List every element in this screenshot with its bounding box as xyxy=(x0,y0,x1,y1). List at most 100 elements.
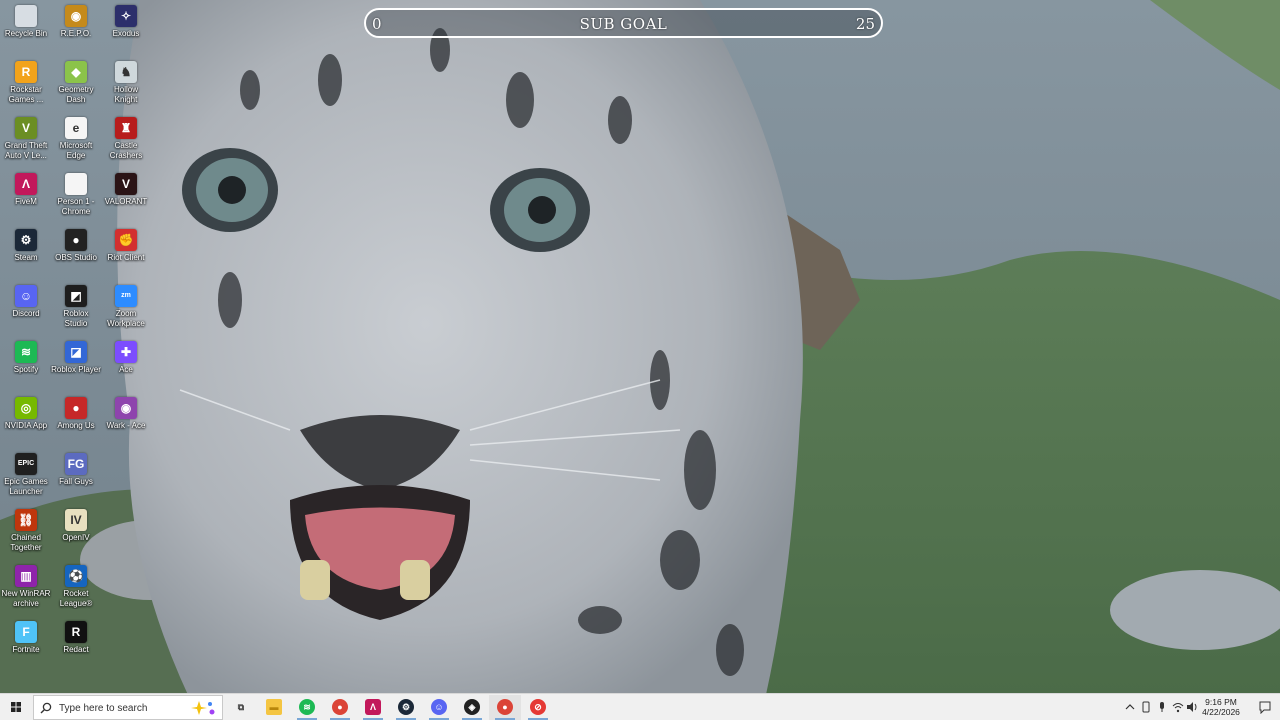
sub-goal-bar: 0 SUB GOAL 25 xyxy=(364,8,883,38)
desktop-icon[interactable]: ✚ Ace xyxy=(100,338,152,394)
desktop-icon[interactable]: Recycle Bin xyxy=(0,2,52,58)
roblox-studio-icon: ◩ xyxy=(65,285,87,307)
desktop-icon-label: OBS Studio xyxy=(55,253,97,262)
nvidia-icon: ◎ xyxy=(15,397,37,419)
taskbar: Type here to search ⧉ ▬ ≋ ● Λ ⚙ ☺ ◈ ● ⊘ 9:16 PM 4… xyxy=(0,693,1280,720)
fivem-icon: Λ xyxy=(15,173,37,195)
desktop-icon[interactable]: ♞ Hollow Knight xyxy=(100,58,152,114)
desktop-icon-label: Ace xyxy=(119,365,133,374)
desktop-icon[interactable]: EPIC Epic Games Launcher xyxy=(0,450,52,506)
desktop-icon[interactable]: ▥ New WinRAR archive xyxy=(0,562,52,618)
desktop-icon[interactable]: ◪ Roblox Player xyxy=(50,338,102,394)
taskbar-chrome-2-button[interactable]: ● xyxy=(489,695,521,720)
microphone-icon[interactable] xyxy=(1156,701,1168,713)
desktop-icon-label: Zoom Workplace xyxy=(107,309,145,328)
start-button[interactable] xyxy=(0,694,32,720)
taskbar-search-box[interactable]: Type here to search xyxy=(33,695,223,720)
desktop-icon-label: Geometry Dash xyxy=(58,85,94,104)
desktop-icon-label: Spotify xyxy=(13,365,39,374)
clock[interactable]: 9:16 PM 4/22/2026 xyxy=(1198,697,1244,717)
desktop-icon[interactable]: V Grand Theft Auto V Le... xyxy=(0,114,52,170)
taskbar-roblox-button[interactable]: ◈ xyxy=(456,695,488,720)
taskbar-tracker-button[interactable]: ⊘ xyxy=(522,695,554,720)
ace-icon: ✚ xyxy=(115,341,137,363)
sub-goal-title: SUB GOAL xyxy=(579,15,668,33)
desktop-icon[interactable]: FG Fall Guys xyxy=(50,450,102,506)
desktop-icon[interactable]: Λ FiveM xyxy=(0,170,52,226)
volume-icon[interactable] xyxy=(1186,701,1198,713)
taskbar-chrome-button[interactable]: ● xyxy=(324,695,356,720)
steam-icon: ⚙ xyxy=(15,229,37,251)
discord-icon: ☺ xyxy=(431,699,447,715)
riot-client-icon: ✊ xyxy=(115,229,137,251)
desktop-icon-label: Recycle Bin xyxy=(4,29,48,38)
obs-icon: ● xyxy=(65,229,87,251)
desktop-icon[interactable]: ● OBS Studio xyxy=(50,226,102,282)
desktop-icon-label: Grand Theft Auto V Le... xyxy=(4,141,48,160)
clock-date: 4/22/2026 xyxy=(1202,707,1240,717)
desktop-icon[interactable]: ☺ Discord xyxy=(0,282,52,338)
system-tray: 9:16 PM 4/22/2026 xyxy=(1120,694,1280,720)
desktop-icon[interactable]: e Microsoft Edge xyxy=(50,114,102,170)
desktop-icon-label: Exodus xyxy=(112,29,140,38)
desktop-icon-label: Person 1 - Chrome xyxy=(57,197,95,216)
chained-together-icon: ⛓ xyxy=(15,509,37,531)
desktop-icon[interactable]: V VALORANT xyxy=(100,170,152,226)
epic-games-icon: EPIC xyxy=(15,453,37,475)
desktop-icon[interactable]: Person 1 - Chrome xyxy=(50,170,102,226)
taskbar-discord-button[interactable]: ☺ xyxy=(423,695,455,720)
wark-ace-icon: ◉ xyxy=(115,397,137,419)
desktop-icon-label: Wark - Ace xyxy=(106,421,146,430)
roblox-player-icon: ◪ xyxy=(65,341,87,363)
desktop-icon-label: Epic Games Launcher xyxy=(4,477,48,496)
desktop-icon-label: Hollow Knight xyxy=(113,85,138,104)
taskbar-taskview-button[interactable]: ⧉ xyxy=(225,695,257,720)
clock-time: 9:16 PM xyxy=(1205,697,1237,707)
desktop-icon[interactable]: ● Among Us xyxy=(50,394,102,450)
desktop-icon[interactable]: ◩ Roblox Studio xyxy=(50,282,102,338)
rocket-league-icon: ⚽ xyxy=(65,565,87,587)
zoom-icon: zm xyxy=(115,285,137,307)
winrar-icon: ▥ xyxy=(15,565,37,587)
desktop-icon[interactable]: ⛓ Chained Together xyxy=(0,506,52,562)
gta-v-icon: V xyxy=(15,117,37,139)
task-view-icon: ⧉ xyxy=(237,702,245,712)
desktop-icon-label: Riot Client xyxy=(107,253,145,262)
desktop-icon[interactable]: ◉ R.E.P.O. xyxy=(50,2,102,58)
desktop-icon[interactable]: R Redact xyxy=(50,618,102,674)
desktop-icon-label: Fortnite xyxy=(12,645,40,654)
roblox-icon: ◈ xyxy=(464,699,480,715)
taskbar-steam-button[interactable]: ⚙ xyxy=(390,695,422,720)
desktop-icon[interactable]: ✊ Riot Client xyxy=(100,226,152,282)
spotify-icon: ≋ xyxy=(299,699,315,715)
desktop-icon[interactable]: ♜ Castle Crashers xyxy=(100,114,152,170)
taskbar-explorer-button[interactable]: ▬ xyxy=(258,695,290,720)
search-placeholder: Type here to search xyxy=(59,703,148,714)
chevron-up-icon[interactable] xyxy=(1124,701,1136,713)
taskbar-spotify-button[interactable]: ≋ xyxy=(291,695,323,720)
desktop-icon[interactable]: ◆ Geometry Dash xyxy=(50,58,102,114)
desktop-icon[interactable]: F Fortnite xyxy=(0,618,52,674)
edge-icon: e xyxy=(65,117,87,139)
desktop-icon-label: New WinRAR archive xyxy=(1,589,51,608)
desktop-icon[interactable]: ⚙ Steam xyxy=(0,226,52,282)
notification-icon[interactable] xyxy=(1258,700,1272,714)
desktop-icon[interactable]: ✧ Exodus xyxy=(100,2,152,58)
desktop-icon[interactable]: ≋ Spotify xyxy=(0,338,52,394)
desktop-icon[interactable]: zm Zoom Workplace xyxy=(100,282,152,338)
desktop-icon[interactable]: ◎ NVIDIA App xyxy=(0,394,52,450)
desktop-icon-label: Discord xyxy=(12,309,40,318)
device-icon[interactable] xyxy=(1140,701,1152,713)
desktop-icon[interactable]: R Rockstar Games ... xyxy=(0,58,52,114)
repo-icon: ◉ xyxy=(65,5,87,27)
sub-goal-max: 25 xyxy=(855,15,875,33)
desktop-icon[interactable]: ⚽ Rocket League® xyxy=(50,562,102,618)
redact-icon: R xyxy=(65,621,87,643)
desktop-icon[interactable]: ◉ Wark - Ace xyxy=(100,394,152,450)
exodus-icon: ✧ xyxy=(115,5,137,27)
rockstar-icon: R xyxy=(15,61,37,83)
network-icon[interactable] xyxy=(1172,701,1184,713)
desktop-icon-label: Among Us xyxy=(57,421,95,430)
desktop-icon[interactable]: IV OpenIV xyxy=(50,506,102,562)
taskbar-fivem-button[interactable]: Λ xyxy=(357,695,389,720)
